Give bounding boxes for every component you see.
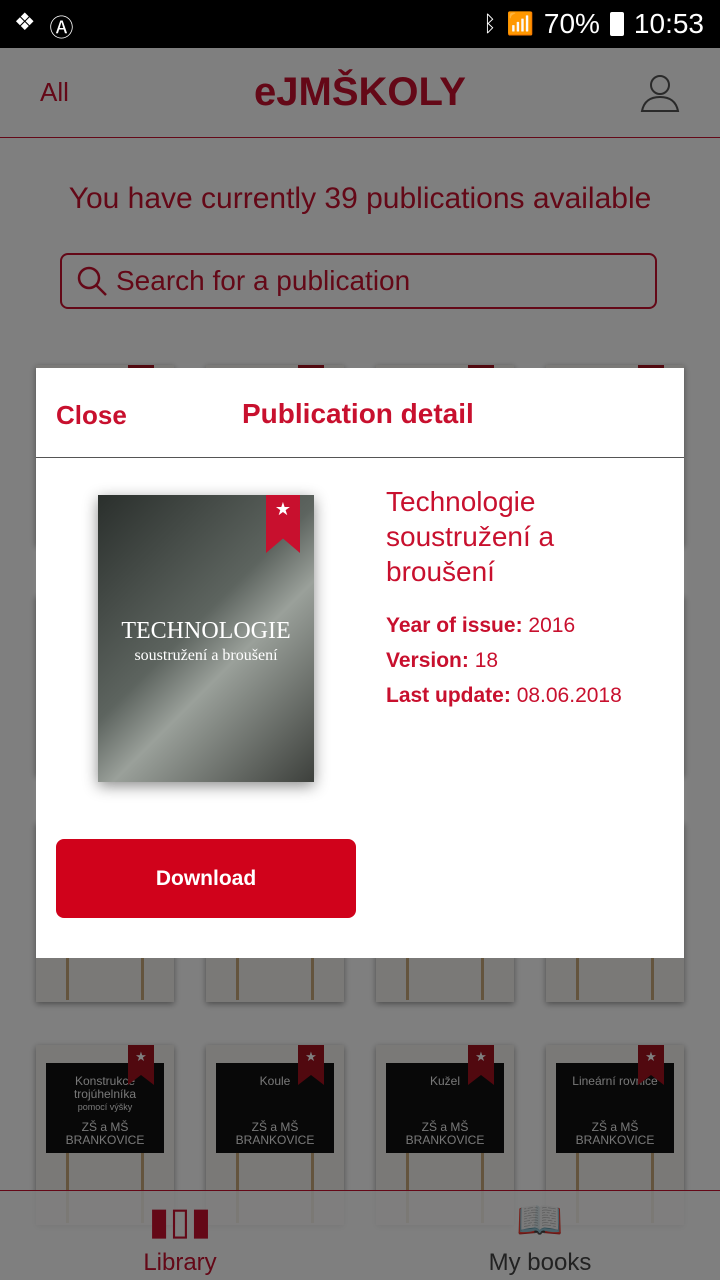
version: Version: 18: [386, 649, 499, 672]
last-update: Last update: 08.06.2018: [386, 684, 622, 707]
bluetooth-icon: ᛒ: [483, 11, 497, 36]
cover-subtitle: soustružení a broušení: [134, 647, 278, 664]
publication-cover: ★ TECHNOLOGIE soustružení a broušení: [98, 495, 314, 782]
status-bar: ❖ Ⓐ ᛒ 📶 70% 10:53: [0, 0, 720, 48]
clock: 10:53: [633, 8, 704, 39]
year-of-issue: Year of issue: 2016: [386, 614, 576, 637]
wifi-icon: 📶: [506, 11, 534, 36]
modal-header: Close Publication detail: [36, 368, 684, 458]
modal-title: Publication detail: [242, 398, 474, 429]
app-icon: Ⓐ: [49, 15, 74, 42]
publication-title: Technologie soustružení a broušení: [386, 486, 555, 587]
download-button[interactable]: Download: [56, 839, 356, 918]
bookmark-star-icon: ★: [266, 495, 300, 553]
dropbox-icon: ❖: [14, 9, 36, 36]
close-button[interactable]: Close: [56, 400, 127, 431]
publication-detail-modal: Close Publication detail ★ TECHNOLOGIE s…: [36, 368, 684, 958]
cover-title: TECHNOLOGIE: [121, 618, 291, 644]
battery-level: 70%: [543, 8, 600, 39]
battery-icon: [609, 12, 624, 36]
